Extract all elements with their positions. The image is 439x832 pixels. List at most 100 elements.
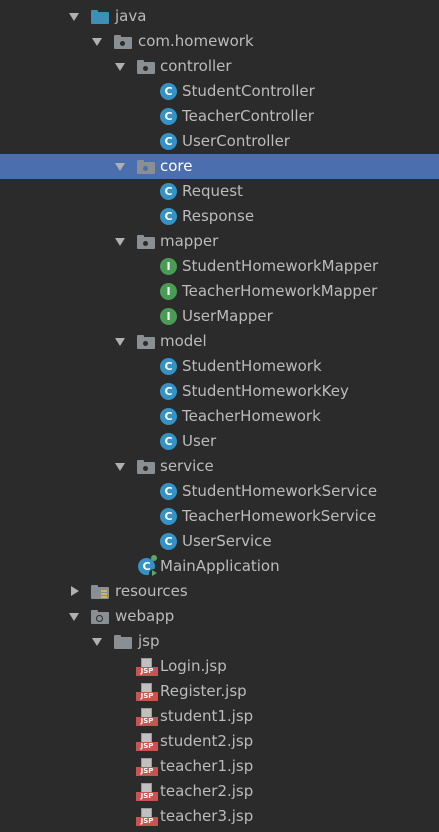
expand-arrow-icon[interactable] — [68, 4, 80, 29]
tree-node-label: StudentController — [182, 82, 315, 100]
tree-node-label: model — [160, 332, 207, 350]
tree-node-teacher2-jsp[interactable]: JSP teacher2.jsp — [0, 779, 439, 804]
tree-node-model[interactable]: model — [0, 329, 439, 354]
tree-node-main-application[interactable]: C MainApplication — [0, 554, 439, 579]
tree-node-webapp[interactable]: webapp — [0, 604, 439, 629]
web-folder-icon — [91, 610, 109, 624]
tree-node-java[interactable]: java — [0, 4, 439, 29]
jsp-badge: JSP — [136, 817, 158, 826]
jsp-badge: JSP — [136, 767, 158, 776]
tree-node-label: controller — [160, 57, 232, 75]
tree-node-core[interactable]: core — [0, 154, 439, 179]
tree-node-label: student1.jsp — [160, 707, 254, 725]
tree-node-label: TeacherHomework — [182, 407, 321, 425]
tree-node-student-homework[interactable]: C StudentHomework — [0, 354, 439, 379]
tree-node-student-controller[interactable]: C StudentController — [0, 79, 439, 104]
tree-node-register-jsp[interactable]: JSP Register.jsp — [0, 679, 439, 704]
tree-node-label: TeacherController — [182, 107, 314, 125]
tree-node-label: service — [160, 457, 214, 475]
jsp-file-icon: JSP — [136, 733, 158, 751]
tree-node-label: Login.jsp — [160, 657, 227, 675]
jsp-file-icon: JSP — [136, 808, 158, 826]
jsp-badge: JSP — [136, 692, 158, 701]
class-icon: C — [160, 508, 177, 525]
class-icon: C — [160, 183, 177, 200]
tree-node-service[interactable]: service — [0, 454, 439, 479]
package-icon — [137, 460, 155, 474]
tree-node-teacher-homework-mapper[interactable]: I TeacherHomeworkMapper — [0, 279, 439, 304]
tree-node-student-homework-service[interactable]: C StudentHomeworkService — [0, 479, 439, 504]
class-icon: C — [160, 383, 177, 400]
tree-node-teacher3-jsp[interactable]: JSP teacher3.jsp — [0, 804, 439, 829]
project-tree: java com.homework controller C StudentCo… — [0, 0, 439, 832]
expand-arrow-icon[interactable] — [114, 454, 126, 479]
package-icon — [137, 160, 155, 174]
tree-node-teacher1-jsp[interactable]: JSP teacher1.jsp — [0, 754, 439, 779]
tree-node-label: User — [182, 432, 217, 450]
tree-node-label: StudentHomeworkMapper — [182, 257, 379, 275]
class-icon: C — [160, 533, 177, 550]
folder-icon — [114, 635, 132, 649]
tree-node-teacher-homework-service[interactable]: C TeacherHomeworkService — [0, 504, 439, 529]
tree-node-label: mapper — [160, 232, 219, 250]
tree-node-label: StudentHomework — [182, 357, 322, 375]
expand-arrow-icon[interactable] — [68, 604, 80, 629]
tree-node-response[interactable]: C Response — [0, 204, 439, 229]
class-icon: C — [160, 83, 177, 100]
jsp-file-icon: JSP — [136, 758, 158, 776]
class-icon: C — [160, 208, 177, 225]
collapse-arrow-icon[interactable] — [68, 579, 80, 604]
tree-node-label: UserController — [182, 132, 290, 150]
package-icon — [114, 35, 132, 49]
tree-node-user[interactable]: C User — [0, 429, 439, 454]
expand-arrow-icon[interactable] — [114, 329, 126, 354]
tree-node-label: teacher2.jsp — [160, 782, 254, 800]
class-icon: C — [160, 108, 177, 125]
tree-node-user-controller[interactable]: C UserController — [0, 129, 439, 154]
expand-arrow-icon[interactable] — [114, 229, 126, 254]
tree-node-controller[interactable]: controller — [0, 54, 439, 79]
jsp-file-icon: JSP — [136, 683, 158, 701]
tree-node-teacher-controller[interactable]: C TeacherController — [0, 104, 439, 129]
tree-node-request[interactable]: C Request — [0, 179, 439, 204]
tree-node-student-homework-key[interactable]: C StudentHomeworkKey — [0, 379, 439, 404]
tree-node-label: com.homework — [138, 32, 254, 50]
tree-node-label: resources — [115, 582, 188, 600]
interface-icon: I — [160, 283, 177, 300]
tree-node-teacher-homework[interactable]: C TeacherHomework — [0, 404, 439, 429]
tree-node-label: webapp — [115, 607, 175, 625]
expand-arrow-icon[interactable] — [114, 154, 126, 179]
tree-node-mapper[interactable]: mapper — [0, 229, 439, 254]
tree-node-resources[interactable]: resources — [0, 579, 439, 604]
tree-node-label: jsp — [138, 632, 160, 650]
tree-node-label: TeacherHomeworkService — [182, 507, 377, 525]
jsp-badge: JSP — [136, 667, 158, 676]
tree-node-user-service[interactable]: C UserService — [0, 529, 439, 554]
class-icon: C — [160, 408, 177, 425]
jsp-file-icon: JSP — [136, 658, 158, 676]
tree-node-login-jsp[interactable]: JSP Login.jsp — [0, 654, 439, 679]
tree-node-student-homework-mapper[interactable]: I StudentHomeworkMapper — [0, 254, 439, 279]
jsp-badge: JSP — [136, 792, 158, 801]
package-icon — [137, 335, 155, 349]
package-icon — [137, 60, 155, 74]
tree-node-com-homework[interactable]: com.homework — [0, 29, 439, 54]
tree-node-label: UserService — [182, 532, 272, 550]
jsp-file-icon: JSP — [136, 708, 158, 726]
source-folder-icon — [91, 10, 109, 24]
class-icon: C — [160, 433, 177, 450]
tree-node-label: Request — [182, 182, 243, 200]
jsp-badge: JSP — [136, 717, 158, 726]
tree-node-label: Register.jsp — [160, 682, 247, 700]
class-icon: C — [160, 133, 177, 150]
tree-node-jsp[interactable]: jsp — [0, 629, 439, 654]
tree-node-student2-jsp[interactable]: JSP student2.jsp — [0, 729, 439, 754]
tree-node-label: teacher3.jsp — [160, 807, 254, 825]
jsp-file-icon: JSP — [136, 783, 158, 801]
tree-node-student1-jsp[interactable]: JSP student1.jsp — [0, 704, 439, 729]
tree-node-user-mapper[interactable]: I UserMapper — [0, 304, 439, 329]
expand-arrow-icon[interactable] — [91, 629, 103, 654]
resources-folder-icon — [91, 585, 109, 599]
expand-arrow-icon[interactable] — [114, 54, 126, 79]
expand-arrow-icon[interactable] — [91, 29, 103, 54]
